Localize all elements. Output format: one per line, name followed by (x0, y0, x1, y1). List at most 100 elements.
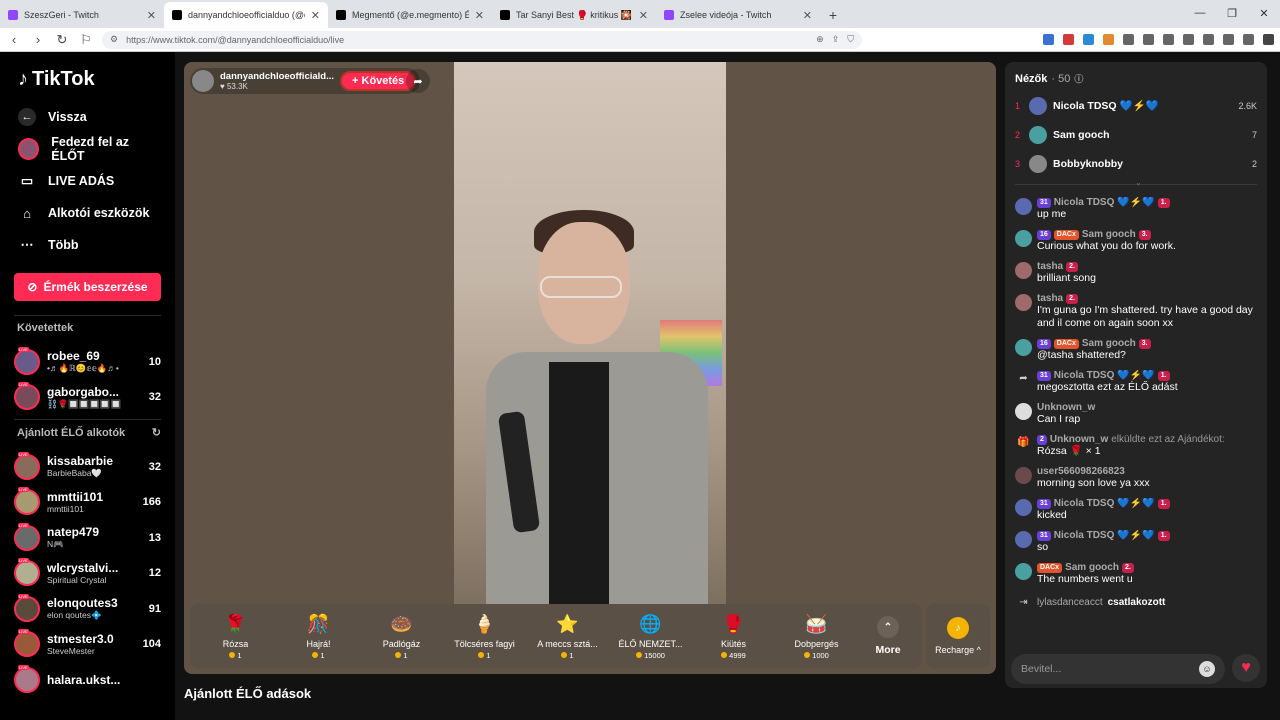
chat-username[interactable]: user566098266823 (1037, 466, 1125, 477)
chat-avatar[interactable] (1015, 563, 1032, 580)
url-text[interactable]: https://www.tiktok.com/@dannyandchloeoff… (126, 35, 808, 45)
chat-username[interactable]: Sam gooch (1082, 229, 1136, 240)
account-avatar[interactable] (14, 346, 40, 375)
extension-translate-icon[interactable] (1043, 34, 1054, 45)
tiktok-logo[interactable]: ♪ TikTok (18, 68, 161, 91)
chat-avatar[interactable] (1015, 499, 1032, 516)
forward-arrow-icon[interactable]: › (30, 32, 46, 47)
account-item[interactable]: natep479N🎮 13 (14, 520, 161, 556)
zoom-icon[interactable]: ⊕ (816, 34, 824, 45)
live-video[interactable] (454, 62, 726, 604)
account-avatar[interactable] (14, 593, 40, 622)
help-icon[interactable]: ⓘ (1074, 72, 1083, 85)
gift-item[interactable]: 🥊 Kiütés 4999 (692, 606, 775, 666)
extension-screenshot-icon[interactable] (1143, 34, 1154, 45)
tab-close-icon[interactable]: ✕ (147, 9, 156, 22)
reload-icon[interactable]: ↻ (54, 32, 70, 48)
sidebar-nav-item[interactable]: ▭ LIVE ADÁS (14, 165, 161, 197)
gift-item[interactable]: 🌹 Rózsa 1 (194, 606, 277, 666)
share-icon[interactable]: ➦ (406, 69, 430, 93)
follow-button[interactable]: + Követés (340, 71, 417, 91)
account-avatar[interactable] (14, 664, 40, 693)
bookmark-icon[interactable]: ⚐ (78, 32, 94, 48)
gift-item[interactable]: 🌐 ÉLŐ NEMZET... 15000 (609, 606, 692, 666)
recharge-button[interactable]: ♪ Recharge ^ (926, 604, 990, 668)
host-avatar[interactable] (192, 70, 214, 92)
chat-avatar[interactable] (1015, 403, 1032, 420)
back-link[interactable]: ← Vissza (14, 101, 161, 133)
chat-username[interactable]: Sam gooch (1065, 562, 1119, 573)
emoji-icon[interactable]: ☺ (1199, 661, 1215, 677)
chat-username[interactable]: Sam gooch (1082, 338, 1136, 349)
expand-chevron-icon[interactable]: ⌄ (1135, 178, 1142, 187)
sidebar-nav-item[interactable]: ⌂ Alkotói eszközök (14, 197, 161, 229)
chat-username[interactable]: tasha (1037, 293, 1063, 304)
chat-username[interactable]: Nicola TDSQ (1054, 197, 1115, 208)
extension-globe-icon[interactable] (1083, 34, 1094, 45)
get-coins-button[interactable]: ⊘ Érmék beszerzése (14, 273, 161, 301)
chat-input[interactable]: Bevitel... ☺ (1011, 654, 1225, 684)
media-icon[interactable] (1163, 34, 1174, 45)
account-item[interactable]: kissabarbieBarbieBaba🤍 32 (14, 449, 161, 485)
joined-user[interactable]: lylasdanceacct (1037, 597, 1103, 608)
shield-icon[interactable]: ⛉ (847, 34, 854, 45)
leo-icon[interactable] (1223, 34, 1234, 45)
vpn-icon[interactable] (1243, 34, 1254, 45)
new-tab-button[interactable]: + (820, 2, 846, 28)
chat-username[interactable]: Unknown_w (1037, 402, 1095, 413)
account-item[interactable]: gaborgabo...⛓️🌹🔲🔲🔲🔲🔲 32 (14, 380, 161, 416)
account-avatar[interactable] (14, 382, 40, 411)
browser-tab[interactable]: Tar Sanyi Best 🥊 kritikus 🎇 (@szop ✕ (492, 2, 656, 28)
account-item[interactable]: robee_69•♬🔥ℝ😊𝕖𝕖🔥♬• 10 (14, 344, 161, 380)
browser-tab[interactable]: SzeszGeri - Twitch ✕ (0, 2, 164, 28)
tab-close-icon[interactable]: ✕ (639, 9, 648, 22)
account-avatar[interactable] (14, 558, 40, 587)
sidebar-icon[interactable] (1183, 34, 1194, 45)
chat-avatar[interactable] (1015, 531, 1032, 548)
account-avatar[interactable] (14, 451, 40, 480)
wallet-icon[interactable] (1203, 34, 1214, 45)
chat-avatar[interactable] (1015, 467, 1032, 484)
minimize-button[interactable]: — (1184, 0, 1216, 26)
share-page-icon[interactable]: ⇪ (832, 34, 840, 45)
sidebar-nav-item[interactable]: Fedezd fel az ÉLŐT (14, 133, 161, 165)
site-settings-icon[interactable]: ⚙ (110, 34, 118, 45)
menu-icon[interactable] (1263, 34, 1274, 45)
account-item[interactable]: stmester3.0SteveMester 104 (14, 627, 161, 663)
extension-puzzle-icon[interactable] (1123, 34, 1134, 45)
chat-avatar[interactable] (1015, 262, 1032, 279)
gift-item[interactable]: 🥁 Dobpergés 1000 (775, 606, 858, 666)
browser-tab[interactable]: Megmentő (@e.megmento) ÉLŐ adá ✕ (328, 2, 492, 28)
chat-avatar[interactable] (1015, 230, 1032, 247)
account-item[interactable]: mmttii101mmttii101 166 (14, 485, 161, 521)
restore-button[interactable]: ❐ (1216, 0, 1248, 26)
account-avatar[interactable] (14, 522, 40, 551)
refresh-icon[interactable]: ↻ (152, 426, 161, 439)
chat-username[interactable]: Unknown_w (1050, 434, 1108, 445)
chat-username[interactable]: tasha (1037, 261, 1063, 272)
host-name[interactable]: dannyandchloeofficiald... (220, 71, 334, 82)
chat-username[interactable]: Nicola TDSQ (1054, 370, 1115, 381)
account-item[interactable]: halara.ukst... (14, 662, 161, 698)
gift-item[interactable]: 🍦 Tölcséres fagyi 1 (443, 606, 526, 666)
chat-avatar[interactable] (1015, 339, 1032, 356)
chat-username[interactable]: Nicola TDSQ (1054, 498, 1115, 509)
account-item[interactable]: wlcrystalvi...Spiritual Crystal 12 (14, 556, 161, 592)
gift-item[interactable]: ⭐ A meccs sztá... 1 (526, 606, 609, 666)
top-viewer-row[interactable]: 2 Sam gooch 7 (1005, 120, 1267, 149)
top-viewer-row[interactable]: 1 Nicola TDSQ 💙⚡💙 2.6K (1005, 91, 1267, 120)
sidebar-nav-item[interactable]: ⋯ Több (14, 229, 161, 261)
more-gifts-button[interactable]: ⌃ More (858, 606, 918, 666)
gift-item[interactable]: 🍩 Padlógáz 1 (360, 606, 443, 666)
browser-tab[interactable]: dannyandchloeofficialduo (@da ✕ (164, 2, 328, 28)
back-arrow-icon[interactable]: ‹ (6, 32, 22, 47)
url-bar[interactable]: ⚙ https://www.tiktok.com/@dannyandchloeo… (102, 30, 862, 49)
top-viewer-row[interactable]: 3 Bobbyknobby 2 (1005, 149, 1267, 178)
browser-tab[interactable]: Zselee videója - Twitch ✕ (656, 2, 820, 28)
account-avatar[interactable] (14, 629, 40, 658)
tab-close-icon[interactable]: ✕ (475, 9, 484, 22)
chat-username[interactable]: Nicola TDSQ (1054, 530, 1115, 541)
chat-avatar[interactable] (1015, 198, 1032, 215)
chat-avatar[interactable] (1015, 294, 1032, 311)
gift-item[interactable]: 🎊 Hajrá! 1 (277, 606, 360, 666)
